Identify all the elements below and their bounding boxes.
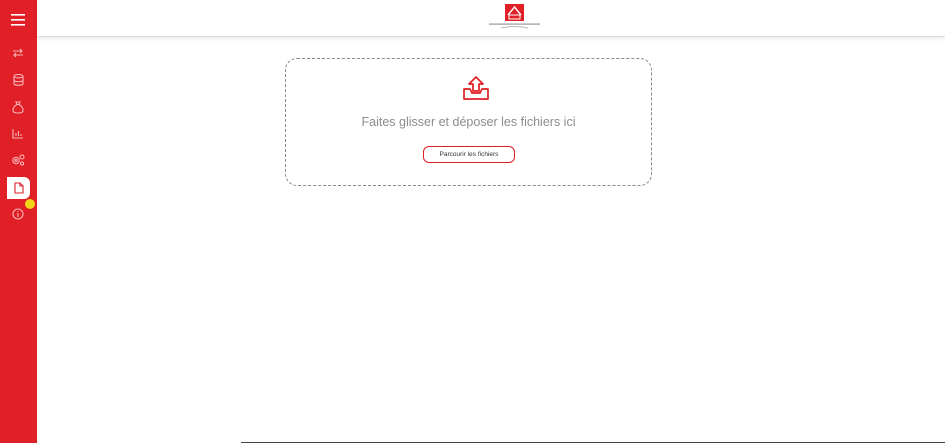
notification-badge <box>25 199 35 209</box>
browse-files-button[interactable]: Parcourir les fichiers <box>423 146 515 163</box>
dropzone-message: Faites glisser et déposer les fichiers i… <box>361 115 576 129</box>
upload-tray-icon <box>462 75 490 107</box>
company-logo <box>487 3 542 31</box>
money-bag-icon[interactable] <box>6 96 30 118</box>
transfer-arrows-icon[interactable] <box>6 42 30 64</box>
document-icon[interactable] <box>7 177 30 199</box>
sidebar <box>0 0 37 443</box>
settings-gears-icon[interactable] <box>6 149 30 171</box>
database-icon[interactable] <box>6 69 30 91</box>
bar-chart-icon[interactable] <box>6 122 30 144</box>
file-dropzone[interactable]: Faites glisser et déposer les fichiers i… <box>285 58 652 186</box>
menu-icon[interactable] <box>6 9 30 31</box>
header <box>37 0 945 37</box>
